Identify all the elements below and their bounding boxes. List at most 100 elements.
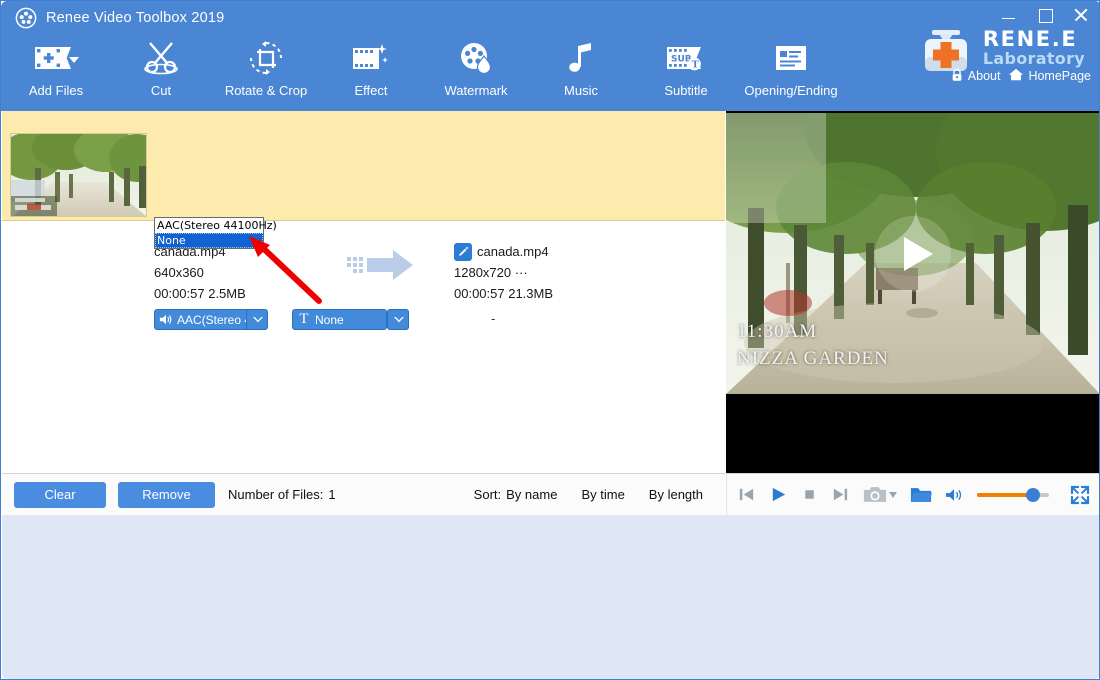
camera-snapshot-icon[interactable] [863,485,897,504]
toolbar-item-watermark[interactable]: Watermark [421,37,531,107]
window-controls [1001,7,1089,23]
toolbar-item-label: Effect [354,83,388,98]
brand-name: RENE.E [982,27,1078,51]
home-icon [1008,67,1024,85]
add-files-caret-icon[interactable] [69,57,79,63]
target-file-name-row: canada.mp4 [454,241,553,262]
subtitle-track-dropdown-button[interactable] [387,309,409,330]
toolbar-item-rotate-crop[interactable]: Rotate & Crop [211,37,321,107]
sort-by-time[interactable]: By time [581,487,624,502]
source-file-info: canada.mp4 640x360 00:00:57 2.5MB [154,241,246,304]
dropdown-option-aac[interactable]: AAC(Stereo 44100Hz) [155,218,277,233]
table-row[interactable] [2,111,725,304]
play-overlay-icon[interactable] [875,215,951,292]
effect-icon [351,37,391,79]
target-resolution: 1280x720 ··· [454,265,528,280]
about-link[interactable]: About [950,68,1001,85]
homepage-label: HomePage [1028,69,1091,83]
title-and-toolbar: Renee Video Toolbox 2019 RENE.E Laborato… [1,1,1099,111]
dropdown-option-none[interactable]: None [155,233,263,248]
toolbar-item-music[interactable]: Music [526,37,636,107]
about-label: About [967,69,1001,83]
target-file-name: canada.mp4 [477,244,549,259]
source-resolution: 640x360 [154,265,204,280]
sort-label: Sort: By name [474,487,558,502]
folder-icon[interactable] [910,485,932,504]
close-icon[interactable] [1073,7,1089,23]
volume-icon[interactable] [945,487,964,503]
opening-ending-icon [774,37,808,79]
remove-button[interactable]: Remove [118,481,215,508]
toolbar-item-label: Watermark [444,83,508,98]
extra-cell: - [491,311,496,326]
play-icon[interactable] [769,485,788,504]
source-duration-size: 00:00:57 2.5MB [154,286,246,301]
number-of-files-label: Number of Files: [228,487,324,502]
target-duration-size: 00:00:57 21.3MB [454,286,554,301]
video-overlay-text: 11:30AM NIZZA GARDEN [737,318,889,372]
toolbar-item-label: Add Files [28,83,84,98]
toolbar-item-opening-ending[interactable]: Opening/Ending [736,37,846,107]
homepage-link[interactable]: HomePage [1008,67,1091,85]
chevron-down-icon [247,310,267,329]
music-note-icon [566,37,596,79]
subtitle-track-value: None [315,312,344,327]
sort-controls: Sort: By name By time By length [474,487,725,502]
next-icon[interactable] [831,485,850,504]
stop-icon[interactable] [801,486,818,503]
watermark-icon [458,37,494,79]
video-frame: 11:30AM NIZZA GARDEN [726,113,1099,394]
scissors-icon [141,37,181,79]
toolbar-item-label: Subtitle [664,83,708,98]
sort-label-text: Sort: [473,487,502,502]
toolbar-item-add-files[interactable]: Add Files [1,37,111,107]
toolbar-item-subtitle[interactable]: SUB T Subtitle [631,37,741,107]
film-reel-icon [15,7,37,29]
chevron-down-icon [388,310,408,329]
brand-subtitle: Laboratory [982,49,1085,68]
app-window: Renee Video Toolbox 2019 RENE.E Laborato… [0,0,1100,680]
clear-button[interactable]: Clear [14,481,106,508]
player-controls [726,473,1099,515]
video-thumbnail [10,133,147,217]
subtitle-icon: SUB T [665,37,707,79]
overlay-line-2: NIZZA GARDEN [737,348,889,369]
previous-icon[interactable] [737,485,756,504]
fullscreen-icon[interactable] [1070,485,1090,505]
overlay-line-1: 11:30AM [737,321,818,342]
svg-text:T: T [692,60,699,71]
rotate-crop-icon [248,37,284,79]
number-of-files-value: 1 [328,487,336,502]
video-preview[interactable]: 11:30AM NIZZA GARDEN [726,111,1099,473]
volume-knob[interactable] [1026,487,1040,502]
file-list[interactable]: canada.mp4 640x360 00:00:57 2.5MB canada… [2,111,725,473]
audio-track-dropdown-button[interactable] [246,309,268,330]
convert-arrow-icon [347,248,417,282]
toolbar-item-label: Opening/Ending [744,83,838,98]
toolbar-item-effect[interactable]: Effect [316,37,426,107]
speaker-icon [155,313,177,326]
volume-fill [977,492,1032,497]
output-settings-panel: Merge all files into one Enable GPU Acce… [2,515,1099,679]
sort-by-length[interactable]: By length [649,487,703,502]
main-toolbar: Add Files Cut Rotate & Crop Effect Water… [1,37,838,109]
audio-track-dropdown-list[interactable]: AAC(Stereo 44100Hz) None [154,217,277,249]
list-toolbar: Clear Remove Number of Files: 1 Sort: By… [2,473,725,515]
edit-pencil-icon[interactable] [454,242,472,261]
minimize-icon[interactable] [1001,7,1017,23]
brand-links: About HomePage [950,67,1091,85]
target-file-info: canada.mp4 1280x720 ··· 00:00:57 21.3MB [454,241,553,304]
snapshot-caret-icon[interactable] [889,491,897,498]
toolbar-item-label: Cut [150,83,172,98]
maximize-icon[interactable] [1037,7,1053,23]
sort-by-name[interactable]: By name [506,487,557,502]
subtitle-track-select[interactable]: T None [292,309,387,330]
app-title: Renee Video Toolbox 2019 [46,10,225,26]
toolbar-item-cut[interactable]: Cut [106,37,216,107]
lock-icon [950,68,964,85]
volume-slider[interactable] [977,487,1049,502]
brand-text: RENE.E Laboratory [983,25,1085,68]
toolbar-item-label: Music [564,83,598,98]
toolbar-item-label: Rotate & Crop [224,83,308,98]
text-t-icon: T [299,311,309,327]
